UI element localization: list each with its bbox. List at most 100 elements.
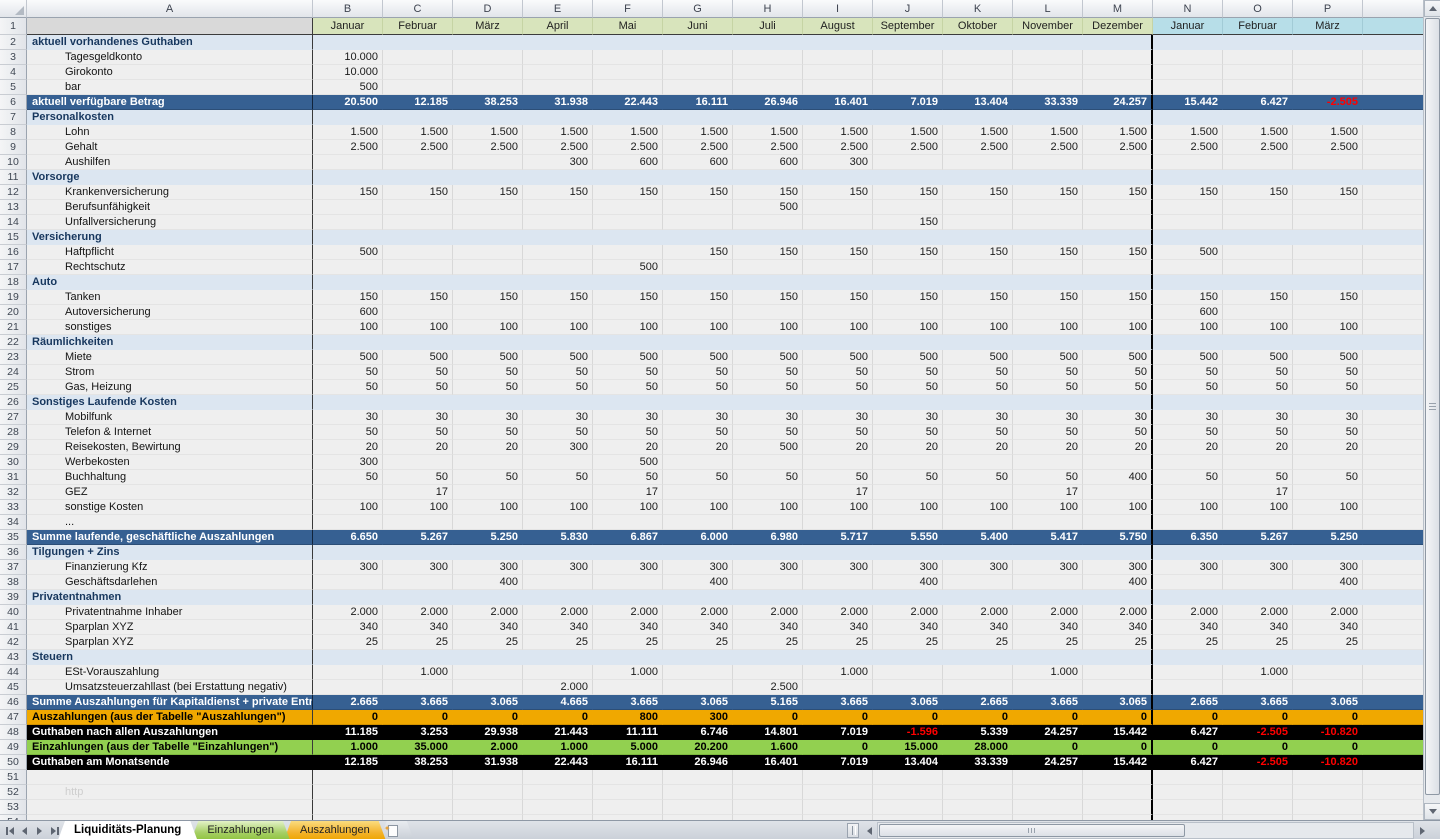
cell-P41[interactable]: 340 (1293, 620, 1363, 635)
cell-H23[interactable]: 500 (733, 350, 803, 365)
cell-G43[interactable] (663, 650, 733, 665)
cell-D9[interactable]: 2.500 (453, 140, 523, 155)
cell-B15[interactable] (313, 230, 383, 245)
cell-A52[interactable]: http (27, 785, 313, 800)
cell-O24[interactable]: 50 (1223, 365, 1293, 380)
cell-F46[interactable]: 3.665 (593, 695, 663, 710)
cell-B46[interactable]: 2.665 (313, 695, 383, 710)
cell-K11[interactable] (943, 170, 1013, 185)
month-header-I[interactable]: August (803, 18, 873, 35)
cell-N21[interactable]: 100 (1153, 320, 1223, 335)
cell-N42[interactable]: 25 (1153, 635, 1223, 650)
cell-E9[interactable]: 2.500 (523, 140, 593, 155)
cell-C8[interactable]: 1.500 (383, 125, 453, 140)
sliver-10[interactable] (1363, 155, 1423, 170)
cell-B41[interactable]: 340 (313, 620, 383, 635)
cell-L13[interactable] (1013, 200, 1083, 215)
cell-K7[interactable] (943, 110, 1013, 125)
cell-M41[interactable]: 340 (1083, 620, 1153, 635)
first-sheet-button[interactable] (2, 822, 17, 839)
cell-N40[interactable]: 2.000 (1153, 605, 1223, 620)
cell-M20[interactable] (1083, 305, 1153, 320)
cell-P34[interactable] (1293, 515, 1363, 530)
cell-M6[interactable]: 24.257 (1083, 95, 1153, 110)
sliver-19[interactable] (1363, 290, 1423, 305)
scroll-down-button[interactable] (1424, 803, 1440, 820)
row-header-26[interactable]: 26 (0, 395, 27, 410)
sliver-20[interactable] (1363, 305, 1423, 320)
cell-D11[interactable] (453, 170, 523, 185)
cell-F27[interactable]: 30 (593, 410, 663, 425)
cell-K3[interactable] (943, 50, 1013, 65)
row-header-21[interactable]: 21 (0, 320, 27, 335)
cell-B11[interactable] (313, 170, 383, 185)
cell-K29[interactable]: 20 (943, 440, 1013, 455)
cell-C7[interactable] (383, 110, 453, 125)
cell-M30[interactable] (1083, 455, 1153, 470)
sliver-27[interactable] (1363, 410, 1423, 425)
cell-E53[interactable] (523, 800, 593, 815)
cell-E4[interactable] (523, 65, 593, 80)
cell-C10[interactable] (383, 155, 453, 170)
cell-H42[interactable]: 25 (733, 635, 803, 650)
row-header-51[interactable]: 51 (0, 770, 27, 785)
cell-J7[interactable] (873, 110, 943, 125)
cell-B18[interactable] (313, 275, 383, 290)
cell-F23[interactable]: 500 (593, 350, 663, 365)
cell-O38[interactable] (1223, 575, 1293, 590)
cell-I52[interactable] (803, 785, 873, 800)
cell-D37[interactable]: 300 (453, 560, 523, 575)
cell-D16[interactable] (453, 245, 523, 260)
cell-E6[interactable]: 31.938 (523, 95, 593, 110)
cell-P38[interactable]: 400 (1293, 575, 1363, 590)
cell-A49[interactable]: Einzahlungen (aus der Tabelle "Einzahlun… (27, 740, 313, 755)
cell-O29[interactable]: 20 (1223, 440, 1293, 455)
cell-F3[interactable] (593, 50, 663, 65)
cell-O51[interactable] (1223, 770, 1293, 785)
cell-H36[interactable] (733, 545, 803, 560)
cell-O20[interactable] (1223, 305, 1293, 320)
sliver-32[interactable] (1363, 485, 1423, 500)
cell-H41[interactable]: 340 (733, 620, 803, 635)
cell-F43[interactable] (593, 650, 663, 665)
cell-E41[interactable]: 340 (523, 620, 593, 635)
cell-D45[interactable] (453, 680, 523, 695)
cell-L7[interactable] (1013, 110, 1083, 125)
cell-I4[interactable] (803, 65, 873, 80)
cell-P31[interactable]: 50 (1293, 470, 1363, 485)
sliver-22[interactable] (1363, 335, 1423, 350)
cell-L9[interactable]: 2.500 (1013, 140, 1083, 155)
cell-K2[interactable] (943, 35, 1013, 50)
sliver-49[interactable] (1363, 740, 1423, 755)
cell-A34[interactable]: ... (27, 515, 313, 530)
cell-O31[interactable]: 50 (1223, 470, 1293, 485)
cell-A20[interactable]: Autoversicherung (27, 305, 313, 320)
cell-L30[interactable] (1013, 455, 1083, 470)
cell-H14[interactable] (733, 215, 803, 230)
cell-K28[interactable]: 50 (943, 425, 1013, 440)
cell-F12[interactable]: 150 (593, 185, 663, 200)
column-header-P[interactable]: P (1293, 0, 1363, 18)
cell-O14[interactable] (1223, 215, 1293, 230)
cell-P5[interactable] (1293, 80, 1363, 95)
cell-E52[interactable] (523, 785, 593, 800)
cell-K48[interactable]: 5.339 (943, 725, 1013, 740)
cell-F8[interactable]: 1.500 (593, 125, 663, 140)
cell-G27[interactable]: 30 (663, 410, 733, 425)
cell-O6[interactable]: 6.427 (1223, 95, 1293, 110)
cell-A27[interactable]: Mobilfunk (27, 410, 313, 425)
cell-I40[interactable]: 2.000 (803, 605, 873, 620)
cell-G18[interactable] (663, 275, 733, 290)
cell-M51[interactable] (1083, 770, 1153, 785)
cell-L45[interactable] (1013, 680, 1083, 695)
cell-I44[interactable]: 1.000 (803, 665, 873, 680)
cell-J3[interactable] (873, 50, 943, 65)
row1-sliver[interactable] (1363, 18, 1423, 35)
cell-C3[interactable] (383, 50, 453, 65)
sliver-40[interactable] (1363, 605, 1423, 620)
cell-L26[interactable] (1013, 395, 1083, 410)
cell-O13[interactable] (1223, 200, 1293, 215)
cell-L36[interactable] (1013, 545, 1083, 560)
cell-B20[interactable]: 600 (313, 305, 383, 320)
row-header-53[interactable]: 53 (0, 800, 27, 815)
